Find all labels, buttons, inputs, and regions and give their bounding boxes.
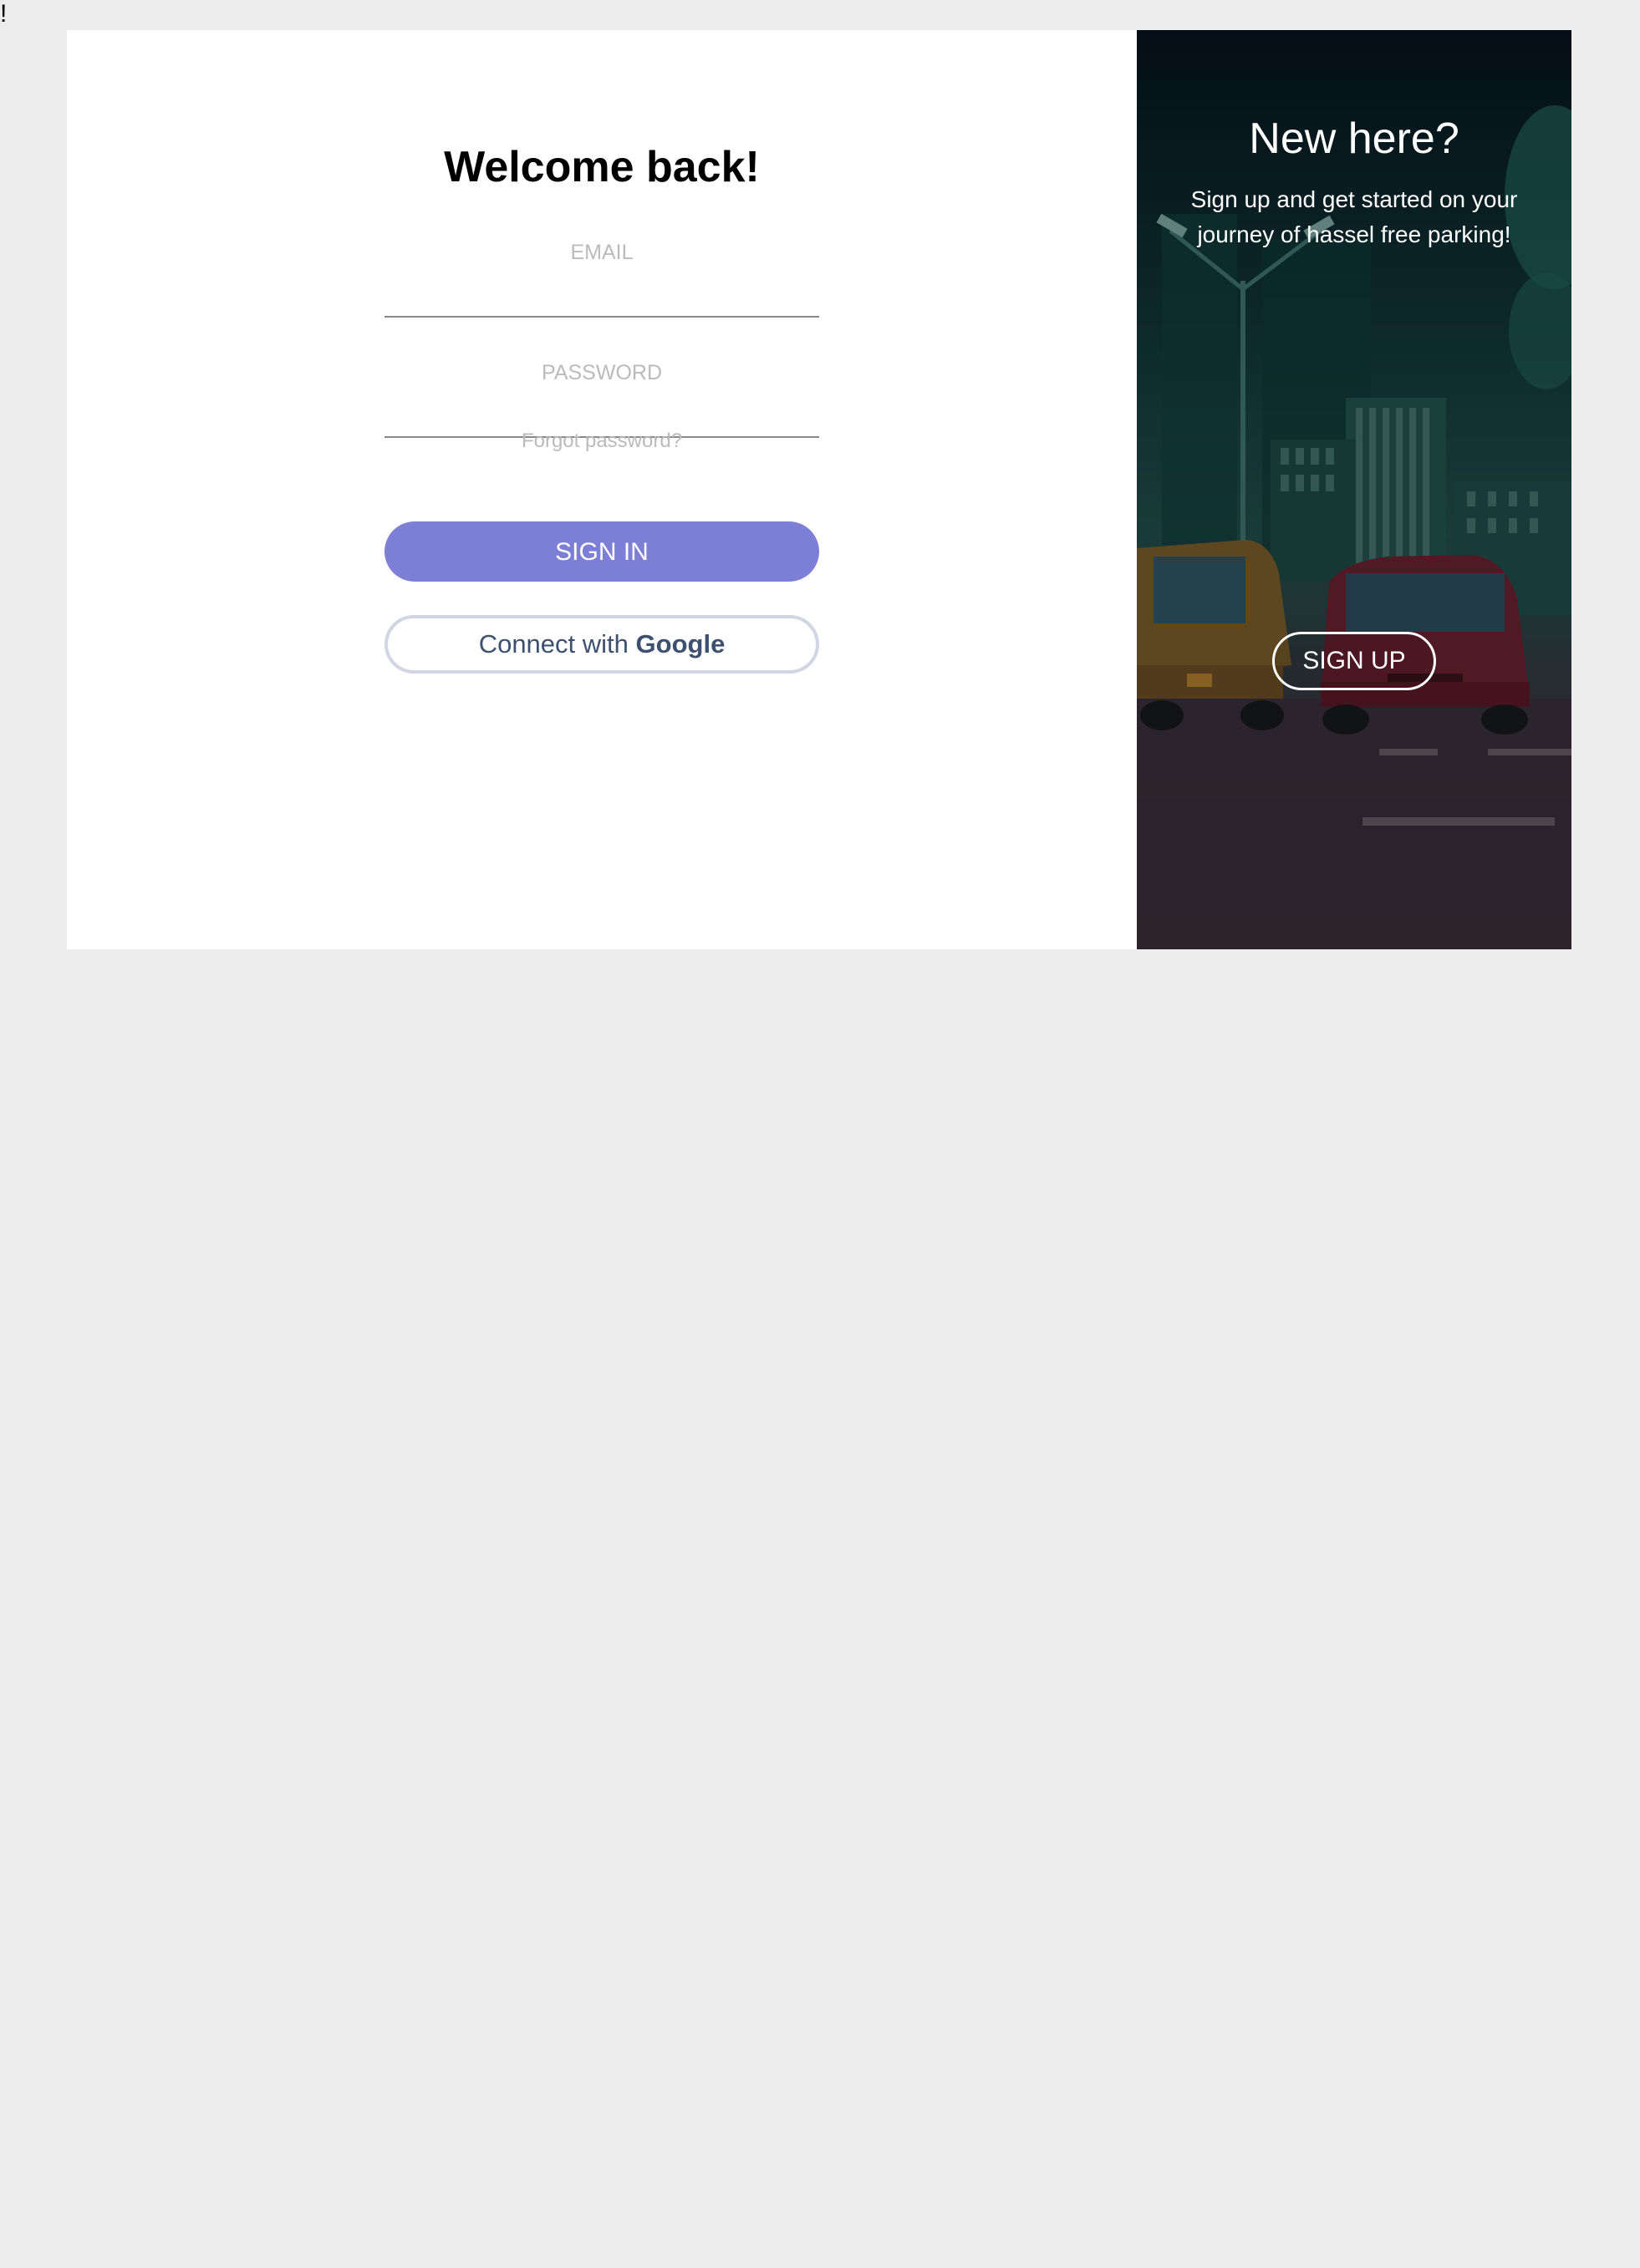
google-connect-button[interactable]: Connect with Google [385,615,819,674]
signin-panel: Welcome back! EMAIL PASSWORD Forgot pass… [67,30,1137,949]
email-field[interactable] [385,282,819,318]
stray-exclamation-text: ! [0,0,8,28]
promo-description: Sign up and get started on your journey … [1190,186,1518,247]
google-brand-text: Google [635,629,726,659]
sign-in-button[interactable]: SIGN IN [385,521,819,582]
auth-card: Welcome back! EMAIL PASSWORD Forgot pass… [67,30,1571,949]
parking-lot-night-illustration [1137,30,1571,949]
email-label: EMAIL [570,241,634,264]
google-connect-prefix: Connect with [478,629,629,659]
signin-title: Welcome back! [444,143,760,191]
signup-promo-panel: New here? Sign up and get started on you… [1137,30,1571,949]
promo-title: New here? [1249,114,1459,163]
sign-up-button[interactable]: SIGN UP [1272,632,1436,690]
forgot-password-link[interactable]: Forgot password? [385,430,819,453]
password-label: PASSWORD [542,361,662,384]
